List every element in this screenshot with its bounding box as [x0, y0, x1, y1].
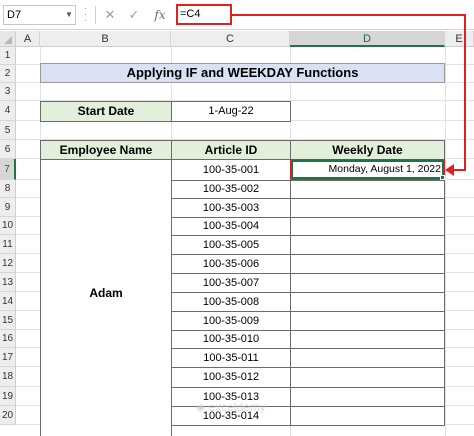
cancel-icon[interactable]: ✕ [100, 5, 120, 25]
annotation-arrow [452, 169, 466, 171]
header-weekly-date[interactable]: Weekly Date [290, 140, 445, 160]
article-id-cell[interactable]: 100-35-008 [171, 292, 291, 312]
row-header-13[interactable]: 13 [0, 273, 16, 292]
start-date-value[interactable]: 1-Aug-22 [171, 101, 291, 122]
row-header-3[interactable]: 3 [0, 83, 16, 101]
row-header-8[interactable]: 8 [0, 180, 16, 198]
annotation-arrow [464, 14, 466, 171]
article-id-cell[interactable]: 100-35-010 [171, 330, 291, 349]
start-date-label[interactable]: Start Date [40, 101, 172, 122]
select-all-icon [4, 36, 12, 44]
header-article-id[interactable]: Article ID [171, 140, 291, 160]
row-header-4[interactable]: 4 [0, 101, 16, 121]
article-id-cell[interactable]: 100-35-007 [171, 273, 291, 293]
row-header-2[interactable]: 2 [0, 65, 16, 83]
weekly-date-cell[interactable] [290, 254, 445, 274]
article-id-cell[interactable]: 100-35-005 [171, 235, 291, 255]
weekly-date-cell[interactable] [290, 292, 445, 312]
weekly-date-cell[interactable] [290, 180, 445, 199]
row-header-20[interactable]: 20 [0, 406, 16, 425]
active-cell-border [291, 160, 444, 179]
column-header-a[interactable]: A [16, 31, 40, 47]
employee-name: Adam [89, 286, 123, 300]
insert-function-icon[interactable]: fx [150, 5, 170, 25]
arrow-head-icon [445, 164, 454, 176]
gridline [445, 47, 446, 436]
row-header-12[interactable]: 12 [0, 254, 16, 273]
row-header-15[interactable]: 15 [0, 311, 16, 330]
watermark-icon: ◈ [196, 400, 206, 414]
weekly-date-cell[interactable] [290, 311, 445, 331]
row-header-17[interactable]: 17 [0, 348, 16, 367]
row-header-11[interactable]: 11 [0, 235, 16, 254]
column-header-e[interactable]: E [445, 31, 474, 47]
weekly-date-cell[interactable] [290, 387, 445, 407]
weekly-date-cell[interactable] [290, 235, 445, 255]
employee-merged-cell[interactable]: Adam [40, 159, 172, 436]
drag-handle-icon[interactable]: · · · [84, 4, 92, 26]
article-id-cell[interactable]: 100-35-002 [171, 180, 291, 199]
weekly-date-cell[interactable] [290, 406, 445, 426]
article-id-cell[interactable]: 100-35-001 [171, 159, 291, 181]
article-id-cell[interactable]: 100-35-004 [171, 217, 291, 236]
article-id-cell[interactable]: 100-35-003 [171, 198, 291, 218]
watermark-text: exceldemy [208, 400, 266, 414]
row-header-1[interactable]: 1 [0, 47, 16, 65]
row-header-5[interactable]: 5 [0, 121, 16, 140]
weekly-date-cell[interactable] [290, 348, 445, 368]
row-header-7[interactable]: 7 [0, 159, 16, 180]
row-header-14[interactable]: 14 [0, 292, 16, 311]
weekly-date-cell[interactable] [290, 217, 445, 236]
row-header-6[interactable]: 6 [0, 140, 16, 159]
sheet-title[interactable]: Applying IF and WEEKDAY Functions [40, 63, 445, 83]
row-header-10[interactable]: 10 [0, 217, 16, 235]
row-header-9[interactable]: 9 [0, 198, 16, 217]
divider [95, 6, 96, 24]
article-id-cell[interactable]: 100-35-006 [171, 254, 291, 274]
watermark-logo: ◈ exceldemy [196, 400, 296, 426]
weekly-date-cell[interactable] [290, 330, 445, 349]
article-id-cell[interactable]: 100-35-009 [171, 311, 291, 331]
article-id-cell[interactable]: 100-35-011 [171, 348, 291, 368]
row-header-19[interactable]: 19 [0, 387, 16, 406]
enter-check-icon[interactable]: ✓ [124, 5, 144, 25]
article-id-cell[interactable]: 100-35-012 [171, 367, 291, 388]
row-header-16[interactable]: 16 [0, 330, 16, 348]
column-header-b[interactable]: B [40, 31, 171, 47]
weekly-date-cell[interactable] [290, 273, 445, 293]
column-header-d[interactable]: D [290, 31, 445, 47]
annotation-arrow [232, 14, 466, 16]
formula-highlight-box [176, 4, 232, 25]
weekly-date-cell[interactable] [290, 367, 445, 388]
name-box-dropdown-icon[interactable]: ▼ [63, 5, 75, 25]
header-employee-name[interactable]: Employee Name [40, 140, 172, 160]
row-header-18[interactable]: 18 [0, 367, 16, 387]
column-header-c[interactable]: C [171, 31, 290, 47]
weekly-date-cell[interactable] [290, 198, 445, 218]
